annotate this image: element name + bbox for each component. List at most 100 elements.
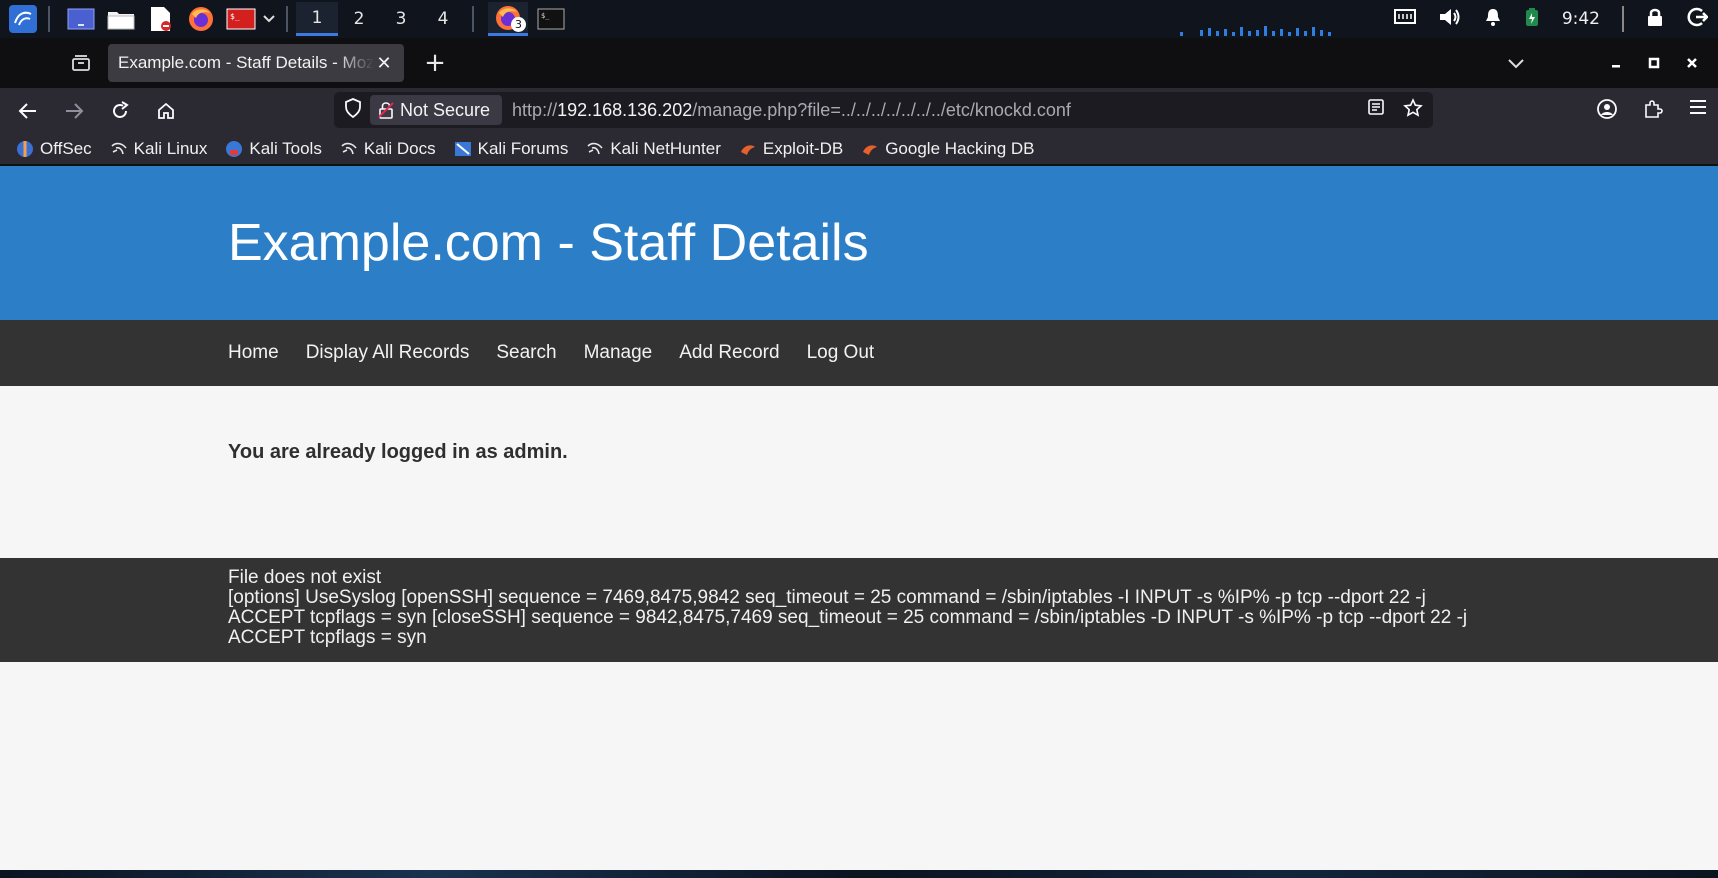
bookmark-label: OffSec (40, 138, 92, 158)
bookmark-label: Kali Docs (363, 138, 436, 158)
tab-list-icon (72, 55, 90, 71)
bookmark-item[interactable]: Google Hacking DB (861, 139, 1035, 159)
battery-icon[interactable] (1524, 7, 1540, 31)
forward-button[interactable] (56, 93, 92, 129)
app-menu-icon[interactable] (1688, 98, 1708, 124)
svg-text:$_: $_ (541, 12, 550, 20)
page-title: Example.com - Staff Details (228, 214, 869, 272)
terminal-window-button[interactable]: $_ (534, 4, 568, 34)
back-button[interactable] (10, 93, 46, 129)
new-tab-button[interactable]: + (420, 48, 450, 78)
bookmark-item[interactable]: OffSec (16, 139, 92, 159)
bookmark-item[interactable]: Kali NetHunter (586, 139, 721, 159)
close-window-icon[interactable] (1686, 54, 1698, 73)
toolbar-right (1596, 98, 1708, 124)
forward-arrow-icon (66, 102, 84, 119)
bookmark-item[interactable]: Kali Linux (110, 138, 208, 159)
list-all-tabs-icon[interactable] (1508, 54, 1524, 73)
url-bar[interactable]: Not Secure http://192.168.136.202/manage… (334, 92, 1433, 128)
tab-list-button[interactable] (62, 46, 100, 80)
bookmark-label: Kali Forums (477, 138, 569, 158)
tray-separator (1622, 6, 1624, 32)
exploit-db-icon (739, 140, 757, 158)
bookmark-label: Kali NetHunter (610, 138, 721, 158)
file-manager-icon[interactable] (104, 4, 138, 34)
terminal-icon: $_ (537, 8, 565, 30)
file-status-text: File does not exist (228, 567, 382, 588)
logout-icon[interactable] (1686, 6, 1709, 32)
bookmark-item[interactable]: Exploit-DB (739, 139, 843, 159)
close-tab-icon[interactable]: ✕ (374, 53, 394, 74)
back-arrow-icon (18, 102, 36, 119)
nav-link-log-out[interactable]: Log Out (807, 342, 875, 364)
not-secure-indicator[interactable]: Not Secure (370, 95, 503, 125)
desktop-background-strip (0, 870, 1718, 878)
url-path: /manage.php?file=../../../../../../../et… (692, 99, 1071, 120)
system-tray: 9:42 (1393, 0, 1718, 38)
browser-tab-bar: Example.com - Staff Details - Mozilla Fi… (0, 38, 1718, 88)
kali-dragon-icon (110, 140, 128, 158)
workspace-4[interactable]: 4 (422, 2, 464, 36)
bookmark-star-icon[interactable] (1403, 97, 1423, 123)
login-status-message: You are already logged in as admin. (228, 441, 568, 463)
bookmarks-toolbar: OffSec Kali Linux Kali Tools Kali Docs Kali … (0, 133, 1718, 165)
main-content: You are already logged in as admin. (0, 386, 1718, 558)
firefox-window-button[interactable]: 3 (488, 2, 528, 36)
reload-icon (113, 100, 129, 118)
workspace-3[interactable]: 3 (380, 2, 422, 36)
active-tab[interactable]: Example.com - Staff Details - Mozilla Fi… (108, 44, 404, 82)
tracking-shield-icon[interactable] (344, 97, 362, 123)
nav-link-home[interactable]: Home (228, 342, 279, 364)
nav-link-add-record[interactable]: Add Record (679, 342, 779, 364)
nav-link-display-all-records[interactable]: Display All Records (306, 342, 470, 364)
nav-link-search[interactable]: Search (496, 342, 556, 364)
insecure-lock-icon (378, 102, 394, 119)
not-secure-label: Not Secure (400, 99, 491, 120)
terminal-icon[interactable]: $_ (224, 4, 258, 34)
bookmark-item[interactable]: Kali Docs (340, 139, 436, 159)
bookmark-item[interactable]: Kali Forums (454, 138, 569, 159)
network-icon[interactable] (1393, 8, 1416, 30)
desktop-icon[interactable] (64, 4, 98, 34)
account-icon[interactable] (1596, 98, 1618, 124)
firefox-icon[interactable] (184, 4, 218, 34)
kali-dragon-icon (340, 140, 358, 158)
svg-text:$_: $_ (230, 12, 240, 21)
kali-tools-icon (225, 140, 243, 158)
audio-visualizer (1180, 26, 1331, 36)
lock-icon[interactable] (1646, 7, 1664, 31)
home-button[interactable] (148, 93, 184, 129)
site-header: Example.com - Staff Details (0, 166, 1718, 320)
kali-menu-icon[interactable] (6, 4, 40, 34)
taskbar-separator (286, 6, 288, 32)
extensions-icon[interactable] (1642, 98, 1664, 124)
notification-bell-icon[interactable] (1484, 7, 1502, 31)
maximize-icon[interactable] (1648, 54, 1660, 73)
minimize-icon[interactable] (1610, 54, 1622, 73)
kali-dragon-icon (586, 140, 604, 158)
exploit-db-icon (861, 140, 879, 158)
page-footer: File does not exist [options] UseSyslog … (0, 558, 1718, 662)
included-file-contents: [options] UseSyslog [openSSH] sequence =… (228, 587, 1468, 648)
offsec-icon (16, 140, 34, 158)
home-icon (158, 102, 174, 119)
nav-link-manage[interactable]: Manage (584, 342, 653, 364)
workspace-2[interactable]: 2 (338, 2, 380, 36)
reader-view-icon[interactable] (1367, 98, 1385, 123)
volume-icon[interactable] (1438, 7, 1462, 31)
bookmark-label: Kali Tools (249, 138, 322, 158)
text-editor-icon[interactable] (144, 4, 178, 34)
chevron-down-icon[interactable] (260, 4, 278, 34)
tab-title: Example.com - Staff Details - Mozilla Fi… (118, 53, 374, 72)
taskbar-separator (472, 6, 474, 32)
workspace-1[interactable]: 1 (296, 2, 338, 36)
bookmark-item[interactable]: Kali Tools (225, 138, 322, 159)
url-text[interactable]: http://192.168.136.202/manage.php?file=.… (512, 100, 1071, 121)
bookmark-label: Kali Linux (133, 138, 208, 158)
taskbar-separator (48, 6, 50, 32)
reload-button[interactable] (102, 93, 138, 129)
clock[interactable]: 9:42 (1562, 9, 1600, 29)
site-navigation: Home Display All Records Search Manage A… (0, 320, 1718, 386)
window-controls (1508, 38, 1718, 88)
taskbar: $_ 1 2 3 4 3 $_ 9:42 (0, 0, 1718, 38)
